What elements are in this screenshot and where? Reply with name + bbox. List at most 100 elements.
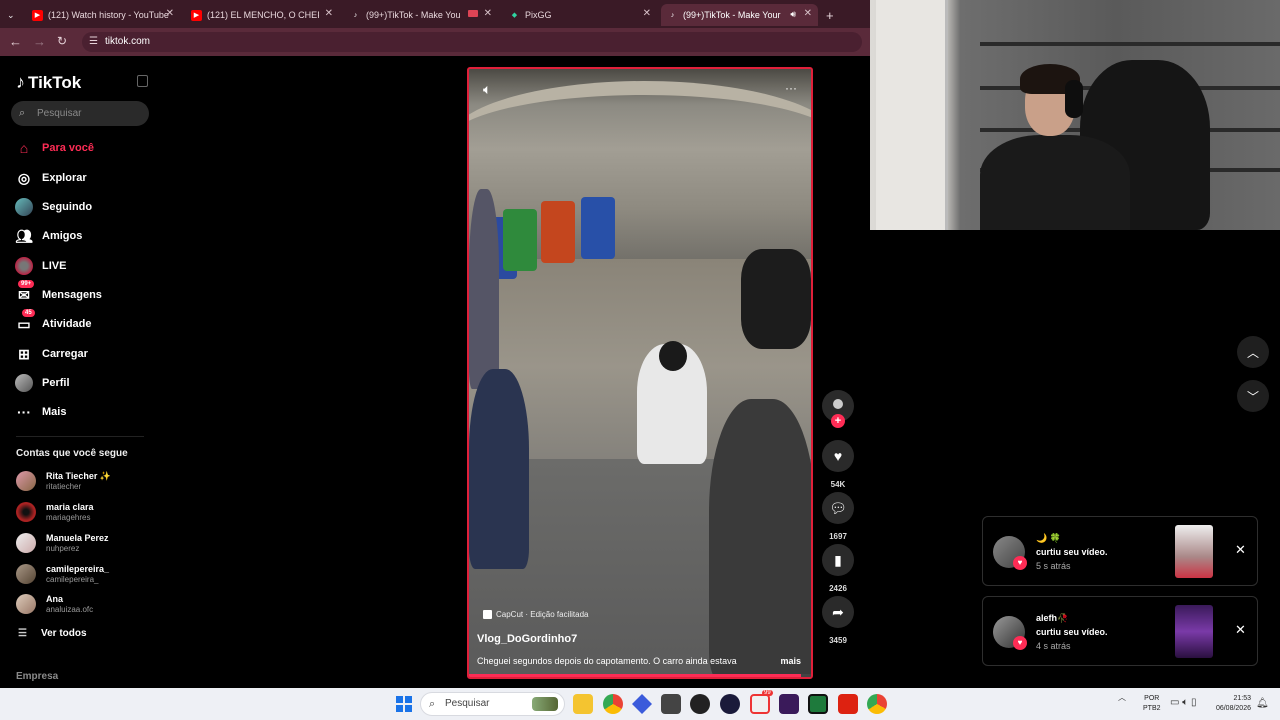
video-player[interactable]: 🔈︎ ··· CapCut · Edição facilitada Vlog_D…	[467, 67, 813, 679]
company-link[interactable]: Empresa	[16, 671, 58, 682]
like-action[interactable]: ♥ 54K	[822, 440, 854, 489]
pixgg-icon: ◆	[511, 12, 518, 19]
heart-icon[interactable]: ♥	[822, 440, 854, 472]
search-input[interactable]: ⌕ Pesquisar	[11, 101, 149, 126]
profile-icon	[14, 373, 34, 393]
close-icon[interactable]: ✕	[643, 8, 651, 19]
video-author[interactable]: Vlog_DoGordinho7	[477, 633, 577, 645]
tab-youtube-mencho[interactable]: ▶ (121) EL MENCHO, O CHEFE DE ✕	[185, 4, 339, 26]
next-video-button[interactable]: ﹀	[1237, 380, 1269, 412]
tab-pixgg[interactable]: ◆ PixGG ✕	[503, 4, 657, 26]
address-bar[interactable]: ☰ tiktok.com	[82, 32, 862, 52]
more-icon: ···	[17, 404, 31, 420]
nav-upload[interactable]: ⊞ Carregar	[14, 344, 88, 364]
close-icon[interactable]: ✕	[484, 8, 492, 19]
back-button[interactable]: ←	[9, 34, 22, 49]
system-clock[interactable]: 21:53 06/08/2026	[1205, 694, 1251, 714]
account-username: ritatiecher	[46, 481, 82, 491]
tiktok-logo[interactable]: ♪ TikTok	[16, 72, 81, 93]
nav-explore[interactable]: ◎ Explorar	[14, 168, 87, 188]
nav-friends[interactable]: 👥︎ Amigos	[14, 226, 82, 246]
plus-icon: +	[826, 7, 834, 23]
language-indicator[interactable]: POR PTB2	[1143, 694, 1161, 714]
new-tab-button[interactable]: +	[820, 4, 840, 26]
reload-button[interactable]: ↻	[57, 34, 67, 48]
video-progress-bar[interactable]	[469, 674, 811, 677]
chrome-icon[interactable]	[603, 694, 623, 714]
follow-button[interactable]: +	[831, 414, 845, 428]
tab-youtube-history[interactable]: ▶ (121) Watch history - YouTube ✕	[26, 4, 180, 26]
nav-activity[interactable]: ▭ 45 Atividade	[14, 309, 92, 334]
comment-action[interactable]: 💬︎ 1697	[822, 492, 854, 541]
chrome-icon[interactable]	[867, 694, 887, 714]
steam-icon[interactable]	[690, 694, 710, 714]
app-icon[interactable]	[808, 694, 828, 714]
close-icon[interactable]: ✕	[166, 8, 174, 19]
more-options-icon[interactable]: ···	[785, 81, 797, 95]
collapse-sidebar-icon[interactable]	[137, 75, 148, 87]
notification-card[interactable]: ♥ alefh🥀 curtiu seu vídeo. 4 s atrás ✕	[982, 596, 1258, 666]
webcam-person-body	[980, 135, 1130, 230]
share-icon[interactable]: ➦	[822, 596, 854, 628]
chevron-up-icon[interactable]: ︿	[1118, 692, 1126, 703]
site-info-icon[interactable]: ☰	[89, 32, 98, 52]
mute-icon[interactable]: 🔈︎	[483, 81, 491, 98]
speaker-icon[interactable]: 🔊︎	[790, 9, 796, 20]
close-icon[interactable]: ✕	[325, 8, 333, 19]
followed-account[interactable]: Rita Tiecher ✨ ritatiecher	[16, 467, 111, 495]
followed-account[interactable]: Manuela Perez nuhperez	[16, 529, 109, 557]
see-all-button[interactable]: ☰ Ver todos	[18, 628, 87, 639]
forward-button[interactable]: →	[33, 34, 46, 49]
close-icon[interactable]: ✕	[1235, 622, 1246, 638]
followed-account[interactable]: maria clara mariagehres	[16, 498, 94, 526]
more-button[interactable]: mais	[780, 656, 801, 666]
file-explorer-icon[interactable]	[573, 694, 593, 714]
comment-icon[interactable]: 💬︎	[822, 492, 854, 524]
video-person	[709, 399, 811, 677]
notification-card[interactable]: ♥ 🌙 🍀 curtiu seu vídeo. 5 s atrás ✕	[982, 516, 1258, 586]
app-icon[interactable]	[661, 694, 681, 714]
app-badge: 99	[762, 690, 773, 696]
network-volume-icons[interactable]: ▭ 🔈︎ ▯	[1170, 697, 1197, 708]
notification-center-icon[interactable]: 🔔︎	[1256, 698, 1269, 709]
nav-for-you[interactable]: ⌂ Para você	[14, 138, 94, 158]
search-placeholder: Pesquisar	[37, 108, 82, 119]
nav-messages[interactable]: ✉ 99+ Mensagens	[14, 280, 102, 305]
close-icon[interactable]: ✕	[804, 8, 812, 19]
followed-account[interactable]: camilepereira_ camilepereira_	[16, 560, 109, 588]
nav-following[interactable]: Seguindo	[14, 197, 92, 217]
save-action[interactable]: ▮ 2426	[822, 544, 854, 593]
taskbar-search-label: Pesquisar	[445, 698, 490, 709]
account-username: mariagehres	[46, 512, 91, 522]
capcut-tag[interactable]: CapCut · Edição facilitada	[483, 610, 589, 619]
windows-start-button[interactable]	[396, 696, 412, 712]
webcam-headset	[1065, 80, 1083, 118]
app-icon[interactable]: 99	[750, 690, 773, 714]
share-action[interactable]: ➦ 3459	[822, 596, 854, 645]
avatar	[16, 533, 36, 553]
app-icon[interactable]	[720, 694, 740, 714]
app-icon[interactable]	[632, 694, 652, 714]
notification-thumbnail[interactable]	[1175, 605, 1213, 658]
friends-icon: 👥︎	[15, 227, 33, 244]
nav-live[interactable]: LIVE	[14, 256, 66, 276]
tab-tiktok-1[interactable]: ♪ (99+)TikTok - Make Your Da ✕	[344, 4, 498, 26]
notification-thumbnail[interactable]	[1175, 525, 1213, 578]
close-icon[interactable]: ✕	[1235, 542, 1246, 558]
keyboard-layout: PTB2	[1143, 705, 1161, 712]
previous-video-button[interactable]: ︿	[1237, 336, 1269, 368]
tiktok-icon: ♪	[353, 11, 358, 19]
tab-list-button[interactable]: ⌄	[4, 4, 22, 26]
nav-profile[interactable]: Perfil	[14, 373, 70, 393]
nav-more[interactable]: ··· Mais	[14, 402, 66, 422]
taskbar-search[interactable]: ⌕ Pesquisar	[420, 692, 565, 716]
tab-title: (99+)TikTok - Make Your Da	[683, 10, 781, 20]
app-icon[interactable]	[838, 694, 858, 714]
video-barrel	[581, 197, 615, 259]
app-icon[interactable]	[779, 694, 799, 714]
tab-tiktok-active[interactable]: ♪ (99+)TikTok - Make Your Da 🔊︎ ✕	[661, 4, 818, 26]
nav-label: Atividade	[42, 318, 92, 330]
following-accounts-title: Contas que você segue	[16, 448, 128, 459]
followed-account[interactable]: Ana analuizaa.ofc	[16, 590, 93, 618]
bookmark-icon[interactable]: ▮	[822, 544, 854, 576]
